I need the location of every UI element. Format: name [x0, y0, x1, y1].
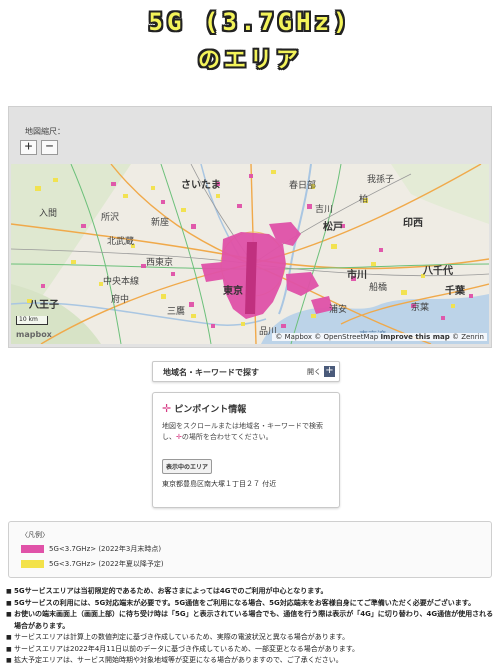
zoom-out-button[interactable]: −	[41, 140, 58, 155]
map-legend: 〈凡例〉 5G<3.7GHz> (2022年3月末時点) 5G<3.7GHz> …	[8, 521, 492, 578]
map-label-abiko: 我孫子	[367, 175, 395, 185]
keyword-search-label: 地域名・キーワードで探す	[163, 368, 259, 377]
legend-title: 〈凡例〉	[21, 531, 49, 539]
map-label-mitaka: 三鷹	[167, 307, 186, 317]
page-subtitle: のエリア	[197, 48, 302, 73]
map-label-tokorozawa: 所沢	[101, 213, 120, 223]
map-label-nishitokyo: 西東京	[146, 258, 174, 268]
zoom-in-button[interactable]: +	[20, 140, 37, 155]
legend-label-planned: 5G<3.7GHz> (2022年夏以降予定)	[49, 560, 164, 568]
map-label-yoshikawa: 吉川	[315, 205, 334, 215]
attribution-zenrin-link[interactable]: © Zenrin	[452, 333, 484, 341]
note-item: 5Gサービスエリアは当初限定的であるため、お客さまによっては4Gでのご利用が中心…	[6, 586, 494, 598]
map-label-urayasu: 浦安	[329, 305, 348, 315]
map-label-hachioji: 八王子	[29, 300, 59, 311]
map-panel: 地図縮尺： + − さいたま 春日部 我孫子 柏 所沢 新座 松戸 印西 西東京…	[8, 106, 492, 348]
attribution-mapbox-link[interactable]: © Mapbox	[275, 333, 312, 341]
coverage-map[interactable]: さいたま 春日部 我孫子 柏 所沢 新座 松戸 印西 西東京 東京 市川 船橋 …	[11, 164, 489, 344]
pinpoint-address: 東京都豊島区南大塚１丁目２７ 付近	[162, 480, 277, 488]
map-label-kasukabe: 春日部	[289, 181, 317, 191]
map-label-saitama: さいたま	[181, 180, 221, 191]
map-label-keiyo: 京葉	[411, 303, 430, 313]
legend-item-current: 5G<3.7GHz> (2022年3月末時点)	[21, 544, 161, 554]
note-item: お使いの端末画面上（画面上部）に待ち受け時は「5G」と表示されている場合でも、通…	[6, 609, 494, 632]
note-item: サービスエリアは2022年4月11日以前のデータに基づき作成しているため、一部変…	[6, 644, 494, 656]
map-label-niiza: 新座	[151, 218, 170, 228]
notes-list: 5Gサービスエリアは当初限定的であるため、お客さまによっては4Gでのご利用が中心…	[6, 586, 494, 667]
map-label-kita-musashi: 北武蔵	[107, 237, 135, 247]
pinpoint-description-2: の場所を合わせてください。	[181, 433, 273, 441]
map-label-chuo-line: 中央本線	[103, 277, 140, 287]
map-label-ichikawa: 市川	[347, 270, 367, 281]
legend-item-planned: 5G<3.7GHz> (2022年夏以降予定)	[21, 559, 164, 569]
legend-swatch-yellow	[21, 560, 44, 568]
map-canvas	[11, 164, 489, 344]
legend-label-current: 5G<3.7GHz> (2022年3月末時点)	[49, 545, 162, 553]
plus-square-icon[interactable]: +	[324, 366, 335, 377]
pinpoint-title-row: ✛ ピンポイント情報	[162, 402, 246, 415]
pinpoint-title: ピンポイント情報	[174, 405, 247, 415]
map-scale-bar: 10 km	[16, 316, 48, 325]
crosshair-icon: ✛	[162, 402, 172, 415]
pinpoint-info-panel: ✛ ピンポイント情報 地図をスクロールまたは地域名・キーワードで検索し、✛の場所を…	[152, 392, 340, 508]
map-attribution: © Mapbox © OpenStreetMap Improve this ma…	[272, 333, 487, 341]
current-area-button[interactable]: 表示中のエリア	[162, 459, 213, 474]
mapbox-logo: mapbox	[16, 330, 52, 339]
zoom-label: 地図縮尺：	[25, 127, 65, 136]
legend-swatch-pink	[21, 545, 44, 553]
map-controls-bar: 地図縮尺： + −	[9, 107, 491, 164]
map-label-chiba: 千葉	[445, 286, 465, 297]
page-title: 5G (3.7GHz)	[148, 8, 352, 36]
note-item: 5Gサービスの利用には、5G対応端末が必要です。5G通信をご利用になる場合、5G…	[6, 598, 494, 610]
improve-map-link[interactable]: Improve this map	[380, 333, 449, 341]
pinpoint-description: 地図をスクロールまたは地域名・キーワードで検索し、✛の場所を合わせてください。	[162, 421, 334, 443]
attribution-osm-link[interactable]: © OpenStreetMap	[314, 333, 378, 341]
map-label-tokyo: 東京	[223, 286, 243, 297]
map-label-iruma: 入間	[39, 209, 58, 219]
map-label-yachiyo: 八千代	[423, 266, 453, 277]
map-label-fuchu: 府中	[111, 295, 130, 305]
map-label-kashiwa: 柏	[359, 195, 369, 205]
open-label[interactable]: 開く	[307, 367, 321, 377]
map-label-matsudo: 松戸	[323, 222, 343, 233]
keyword-search-toggle[interactable]: 地域名・キーワードで探す 開く +	[152, 361, 340, 382]
note-item: サービスエリアは計算上の数値判定に基づき作成しているため、実際の電波状況と異なる…	[6, 632, 494, 644]
map-label-funabashi: 船橋	[369, 283, 388, 293]
note-item: 拡大予定エリアは、サービス開始時期や対象地域等が変更になる場合がありますので、ご…	[6, 655, 494, 667]
map-label-inzai: 印西	[403, 218, 423, 229]
